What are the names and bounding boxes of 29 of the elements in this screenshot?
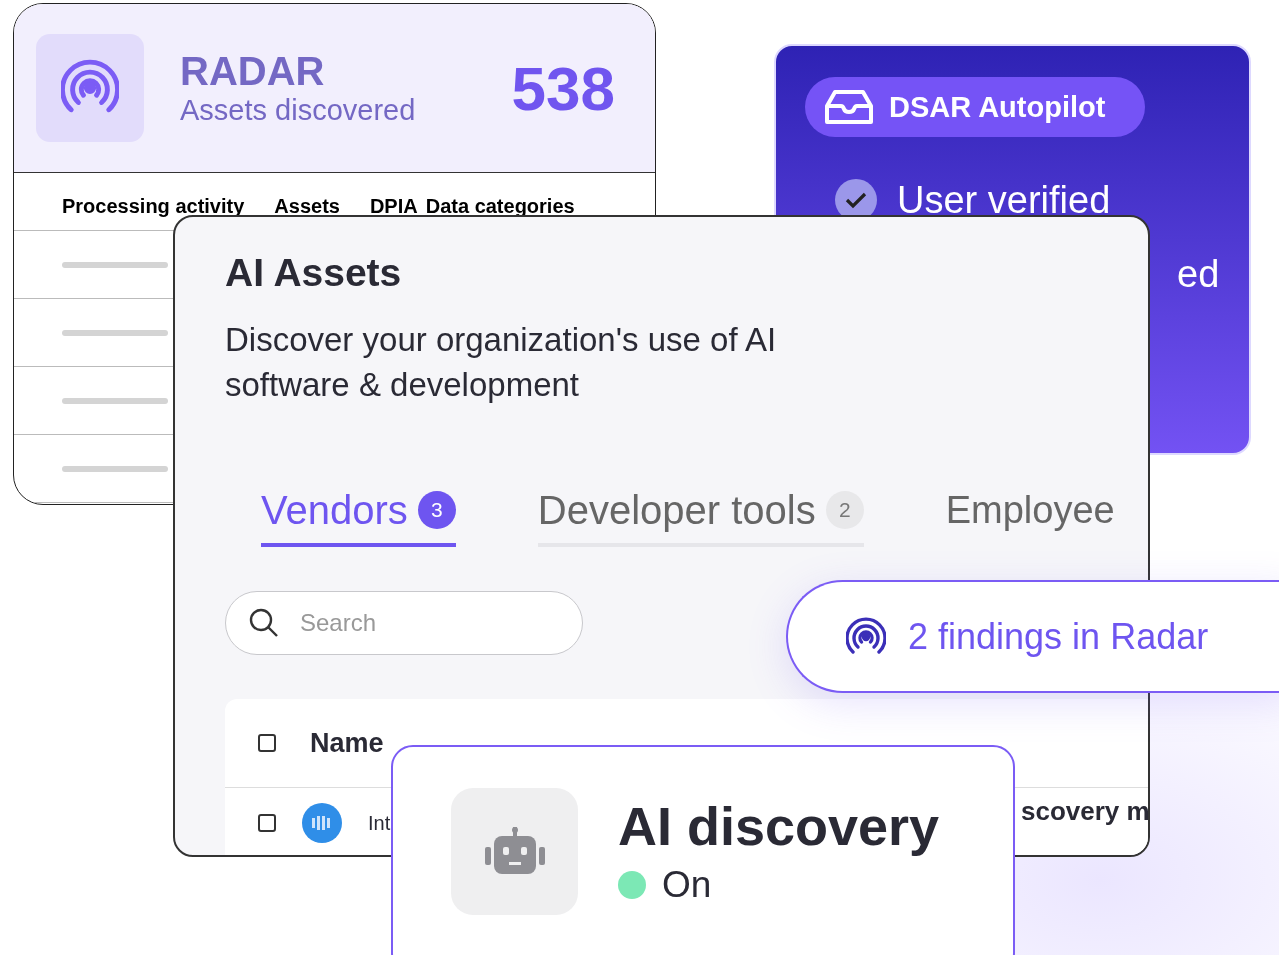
table-cell: Int bbox=[368, 811, 391, 835]
robot-icon bbox=[483, 826, 546, 877]
card-subtitle: Assets discovered bbox=[180, 93, 417, 127]
tab[interactable]: Employee bbox=[945, 483, 1115, 547]
dsar-autopilot-badge: DSAR Autopilot bbox=[805, 77, 1146, 137]
column-header: Data categories bbox=[425, 195, 575, 219]
radar-icon bbox=[846, 616, 886, 657]
inbox-icon bbox=[825, 90, 873, 124]
count-badge: 3 bbox=[417, 491, 456, 529]
tab[interactable]: Developer tools 2 bbox=[537, 483, 864, 547]
step-label: User verified bbox=[897, 178, 1111, 222]
feature-title: AI discovery bbox=[618, 795, 940, 858]
table-cell: scovery m bbox=[1021, 796, 1148, 827]
count-badge: 2 bbox=[825, 491, 864, 529]
search-field[interactable]: Search bbox=[225, 591, 583, 655]
checkbox[interactable] bbox=[258, 734, 276, 752]
panel-title: AI Assets bbox=[225, 250, 403, 296]
status-label: On bbox=[662, 864, 712, 906]
column-header: DPIA bbox=[369, 195, 418, 219]
card-title: RADAR bbox=[180, 49, 326, 93]
tab[interactable]: Vendors 3 bbox=[261, 483, 456, 547]
checkbox[interactable] bbox=[258, 814, 276, 832]
column-header: Name bbox=[310, 727, 384, 759]
asset-count: 538 bbox=[511, 52, 615, 124]
column-header: Assets bbox=[274, 195, 340, 219]
step-label: ed bbox=[1177, 253, 1220, 295]
column-header: Processing activity bbox=[62, 195, 245, 219]
panel-description: Discover your organization's use of AI software & development bbox=[225, 320, 778, 405]
app-logo-icon bbox=[302, 803, 342, 843]
